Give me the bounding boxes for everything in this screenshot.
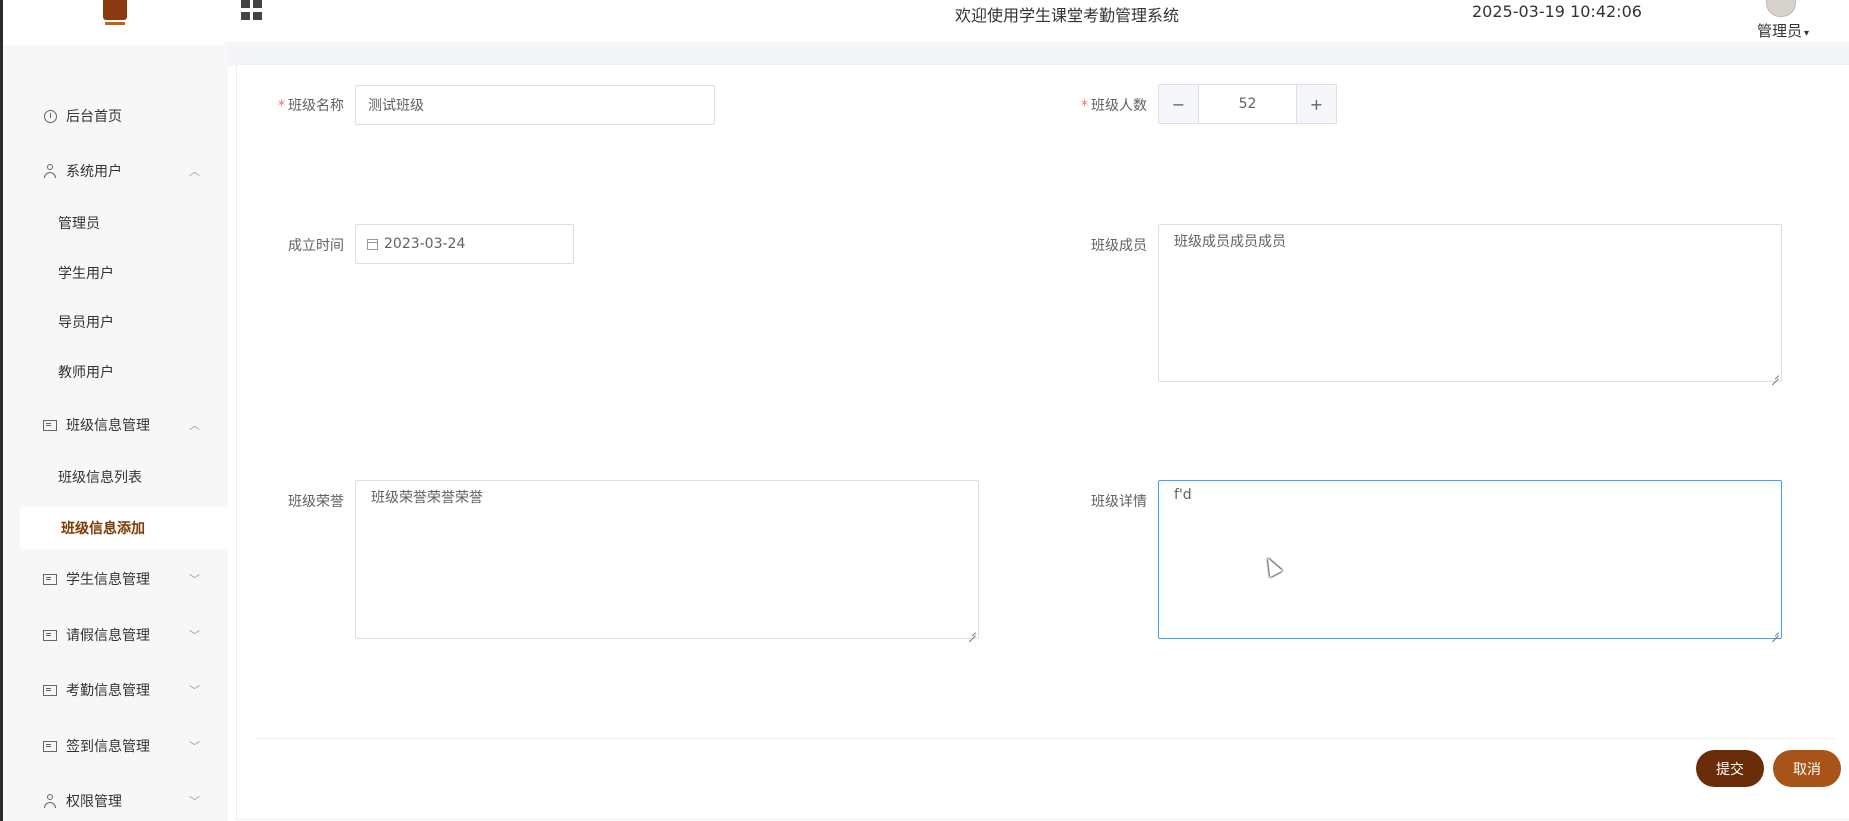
sidebar-item-home[interactable]: 后台首页: [3, 96, 228, 136]
chevron-up-icon: ︿: [189, 165, 200, 178]
resize-handle-icon[interactable]: [967, 627, 976, 636]
logo-icon: [103, 0, 127, 25]
sidebar-item-system-users[interactable]: 系统用户 ︿: [3, 151, 228, 191]
sidebar-item-permission-management[interactable]: 权限管理 ﹀: [3, 781, 228, 821]
sidebar-item-label: 导员用户: [58, 315, 114, 331]
increment-button[interactable]: +: [1296, 85, 1336, 123]
user-name: 管理员: [1757, 22, 1803, 40]
sidebar-item-label: 学生信息管理: [66, 572, 150, 588]
class-name-input[interactable]: 测试班级: [355, 85, 715, 125]
sidebar-item-student-management[interactable]: 学生信息管理 ﹀: [3, 559, 228, 599]
user-menu[interactable]: 管理员 ▾: [1757, 20, 1809, 41]
honors-label: 班级荣誉: [288, 494, 344, 510]
chevron-down-icon: ﹀: [189, 629, 200, 642]
sidebar-item-label: 系统用户: [66, 164, 122, 180]
details-label: 班级详情: [1091, 494, 1147, 510]
sidebar-item-label: 班级信息列表: [58, 470, 142, 486]
sidebar: 后台首页 系统用户 ︿ 管理员 学生用户 导员用户 教师用户 班级信息管理 ︿ …: [3, 45, 231, 821]
sidebar-item-label: 学生用户: [58, 266, 114, 282]
form-divider: [256, 738, 1836, 739]
sidebar-item-label: 教师用户: [58, 365, 114, 381]
sidebar-item-leave-management[interactable]: 请假信息管理 ﹀: [3, 615, 228, 655]
sidebar-item-teacher-users[interactable]: 教师用户: [3, 352, 228, 392]
established-label: 成立时间: [288, 238, 344, 254]
sidebar-item-label: 权限管理: [66, 794, 122, 810]
chevron-down-icon: ﹀: [189, 573, 200, 586]
sidebar-item-attendance-management[interactable]: 考勤信息管理 ﹀: [3, 670, 228, 710]
card-icon: [43, 740, 57, 752]
sidebar-item-label: 请假信息管理: [66, 628, 150, 644]
system-title: 欢迎使用学生课堂考勤管理系统: [955, 6, 1180, 25]
chevron-down-icon: ﹀: [189, 795, 200, 808]
decrement-button[interactable]: −: [1159, 85, 1199, 123]
avatar[interactable]: [1766, 0, 1796, 17]
user-icon: [43, 164, 57, 178]
sidebar-item-label: 后台首页: [66, 109, 122, 125]
resize-handle-icon[interactable]: [1770, 370, 1779, 379]
members-textarea[interactable]: 班级成员成员成员: [1158, 224, 1782, 382]
card-icon: [43, 573, 57, 585]
class-count-value[interactable]: 52: [1199, 85, 1296, 123]
header-divider: [225, 42, 1849, 66]
sidebar-item-admin[interactable]: 管理员: [3, 203, 228, 243]
current-datetime: 2025-03-19 10:42:06: [1472, 2, 1642, 21]
user-icon: [43, 794, 57, 808]
sidebar-item-label: 管理员: [58, 216, 100, 232]
chevron-down-icon: ﹀: [189, 740, 200, 753]
chevron-up-icon: ︿: [189, 419, 200, 432]
details-textarea[interactable]: f'd: [1158, 480, 1782, 639]
cancel-button[interactable]: 取消: [1773, 750, 1841, 787]
class-count-stepper[interactable]: − 52 +: [1158, 84, 1337, 124]
sidebar-item-label: 班级信息添加: [61, 521, 145, 537]
sidebar-item-label: 签到信息管理: [66, 739, 150, 755]
form-panel: [236, 64, 1849, 820]
sidebar-item-class-list[interactable]: 班级信息列表: [3, 457, 228, 497]
chevron-down-icon: ﹀: [189, 684, 200, 697]
sidebar-item-student-users[interactable]: 学生用户: [3, 253, 228, 293]
sidebar-item-class-add[interactable]: 班级信息添加: [20, 507, 231, 549]
caret-down-icon: ▾: [1804, 28, 1810, 39]
sidebar-item-class-management[interactable]: 班级信息管理 ︿: [3, 405, 228, 445]
calendar-icon: [367, 238, 378, 250]
required-mark: *: [278, 98, 285, 114]
established-date-input[interactable]: 2023-03-24: [355, 224, 574, 264]
card-icon: [43, 419, 57, 431]
submit-button[interactable]: 提交: [1696, 750, 1764, 787]
honors-textarea[interactable]: 班级荣誉荣誉荣誉: [355, 480, 979, 639]
menu-toggle-icon[interactable]: [241, 0, 263, 20]
sidebar-item-label: 班级信息管理: [66, 418, 150, 434]
required-mark: *: [1081, 98, 1088, 114]
members-label: 班级成员: [1091, 238, 1147, 254]
clock-icon: [43, 109, 57, 123]
class-count-label: * 班级人数: [1081, 98, 1147, 114]
sidebar-item-label: 考勤信息管理: [66, 683, 150, 699]
resize-handle-icon[interactable]: [1770, 627, 1779, 636]
card-icon: [43, 684, 57, 696]
class-name-label: * 班级名称: [278, 98, 344, 114]
sidebar-item-counselor-users[interactable]: 导员用户: [3, 302, 228, 342]
card-icon: [43, 629, 57, 641]
sidebar-item-signin-management[interactable]: 签到信息管理 ﹀: [3, 726, 228, 766]
